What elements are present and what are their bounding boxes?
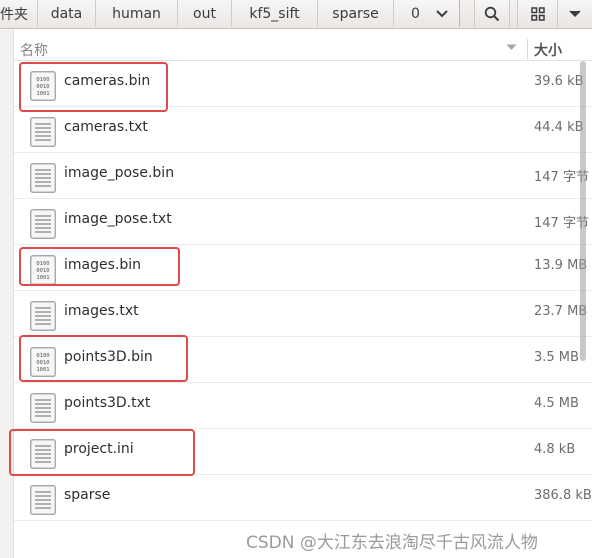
column-name-header[interactable]: 名称 bbox=[20, 40, 48, 60]
chevron-down-icon bbox=[569, 9, 581, 17]
path-bar: 件夹 data human out kf5_sift sparse 0 bbox=[0, 0, 592, 29]
svg-text:0010: 0010 bbox=[36, 360, 49, 366]
breadcrumb-sparse[interactable]: sparse bbox=[318, 0, 394, 27]
breadcrumb-data[interactable]: data bbox=[38, 0, 96, 27]
breadcrumb-label: 件夹 bbox=[0, 6, 28, 23]
file-name: cameras.bin bbox=[64, 73, 151, 89]
file-size: 4.8 kB bbox=[534, 442, 576, 457]
text-file-icon bbox=[30, 117, 56, 147]
file-size: 44.4 kB bbox=[534, 120, 584, 135]
file-row[interactable]: image_pose.txt 147 字节 bbox=[14, 199, 592, 245]
chevron-down-icon bbox=[436, 10, 448, 18]
sort-descending-icon bbox=[506, 44, 517, 50]
breadcrumb-label: data bbox=[50, 5, 83, 22]
file-name: points3D.bin bbox=[64, 349, 153, 365]
breadcrumb-label: sparse bbox=[332, 5, 379, 22]
file-name: project.ini bbox=[64, 441, 134, 457]
file-size: 386.8 kB bbox=[534, 488, 592, 503]
file-name: cameras.txt bbox=[64, 119, 148, 135]
file-row[interactable]: points3D.txt 4.5 MB bbox=[14, 383, 592, 429]
file-row[interactable]: 0100 0010 1001 points3D.bin 3.5 MB bbox=[14, 337, 592, 383]
svg-text:0100: 0100 bbox=[36, 261, 49, 267]
file-name: images.txt bbox=[64, 303, 139, 319]
svg-text:1001: 1001 bbox=[36, 275, 49, 281]
column-size-header[interactable]: 大小 bbox=[534, 40, 562, 60]
binary-file-icon: 0100 0010 1001 bbox=[30, 71, 56, 101]
file-row[interactable]: 0100 0010 1001 images.bin 13.9 MB bbox=[14, 245, 592, 291]
file-size: 3.5 MB bbox=[534, 350, 579, 365]
breadcrumb-label: human bbox=[112, 5, 161, 22]
svg-text:0010: 0010 bbox=[36, 84, 49, 90]
breadcrumb-label: out bbox=[193, 5, 216, 22]
file-row[interactable]: sparse 386.8 kB bbox=[14, 475, 592, 521]
file-name: image_pose.txt bbox=[64, 211, 172, 227]
text-file-icon bbox=[30, 439, 56, 469]
file-row[interactable]: cameras.txt 44.4 kB bbox=[14, 107, 592, 153]
breadcrumb-parent-folder[interactable]: 件夹 bbox=[0, 0, 38, 27]
breadcrumb-kf5-sift[interactable]: kf5_sift bbox=[232, 0, 318, 27]
watermark: CSDN @大江东去浪淘尽千古风流人物 bbox=[246, 533, 538, 553]
search-icon bbox=[484, 6, 500, 21]
svg-text:1001: 1001 bbox=[36, 367, 49, 373]
view-options-button[interactable] bbox=[557, 0, 592, 27]
breadcrumb-label: 0 bbox=[411, 5, 420, 22]
svg-text:0100: 0100 bbox=[36, 353, 49, 359]
search-button[interactable] bbox=[474, 0, 510, 27]
svg-text:0010: 0010 bbox=[36, 268, 49, 274]
text-file-icon bbox=[30, 163, 56, 193]
file-row[interactable]: images.txt 23.7 MB bbox=[14, 291, 592, 337]
svg-text:0100: 0100 bbox=[36, 77, 49, 83]
grid-view-icon bbox=[530, 6, 545, 21]
file-name: images.bin bbox=[64, 257, 141, 273]
breadcrumb-human[interactable]: human bbox=[96, 0, 178, 27]
column-divider[interactable] bbox=[527, 39, 528, 59]
breadcrumb-out[interactable]: out bbox=[178, 0, 232, 27]
text-file-icon bbox=[30, 301, 56, 331]
svg-text:1001: 1001 bbox=[36, 91, 49, 97]
text-file-icon bbox=[30, 209, 56, 239]
text-file-icon bbox=[30, 393, 56, 423]
file-name: image_pose.bin bbox=[64, 165, 175, 181]
binary-file-icon: 0100 0010 1001 bbox=[30, 255, 56, 285]
sidebar-edge bbox=[0, 29, 14, 558]
breadcrumb-label: kf5_sift bbox=[249, 5, 300, 22]
file-row[interactable]: image_pose.bin 147 字节 bbox=[14, 153, 592, 199]
column-header: 名称 大小 bbox=[14, 37, 592, 61]
file-row[interactable]: project.ini 4.8 kB bbox=[14, 429, 592, 475]
file-name: points3D.txt bbox=[64, 395, 151, 411]
file-size: 4.5 MB bbox=[534, 396, 579, 411]
scrollbar[interactable] bbox=[580, 61, 586, 361]
text-file-icon bbox=[30, 485, 56, 515]
view-toggle-button[interactable] bbox=[517, 0, 557, 27]
breadcrumb-0[interactable]: 0 bbox=[394, 0, 460, 27]
file-name: sparse bbox=[64, 487, 111, 503]
file-row[interactable]: 0100 0010 1001 cameras.bin 39.6 kB bbox=[14, 61, 592, 107]
binary-file-icon: 0100 0010 1001 bbox=[30, 347, 56, 377]
file-size: 39.6 kB bbox=[534, 74, 584, 89]
